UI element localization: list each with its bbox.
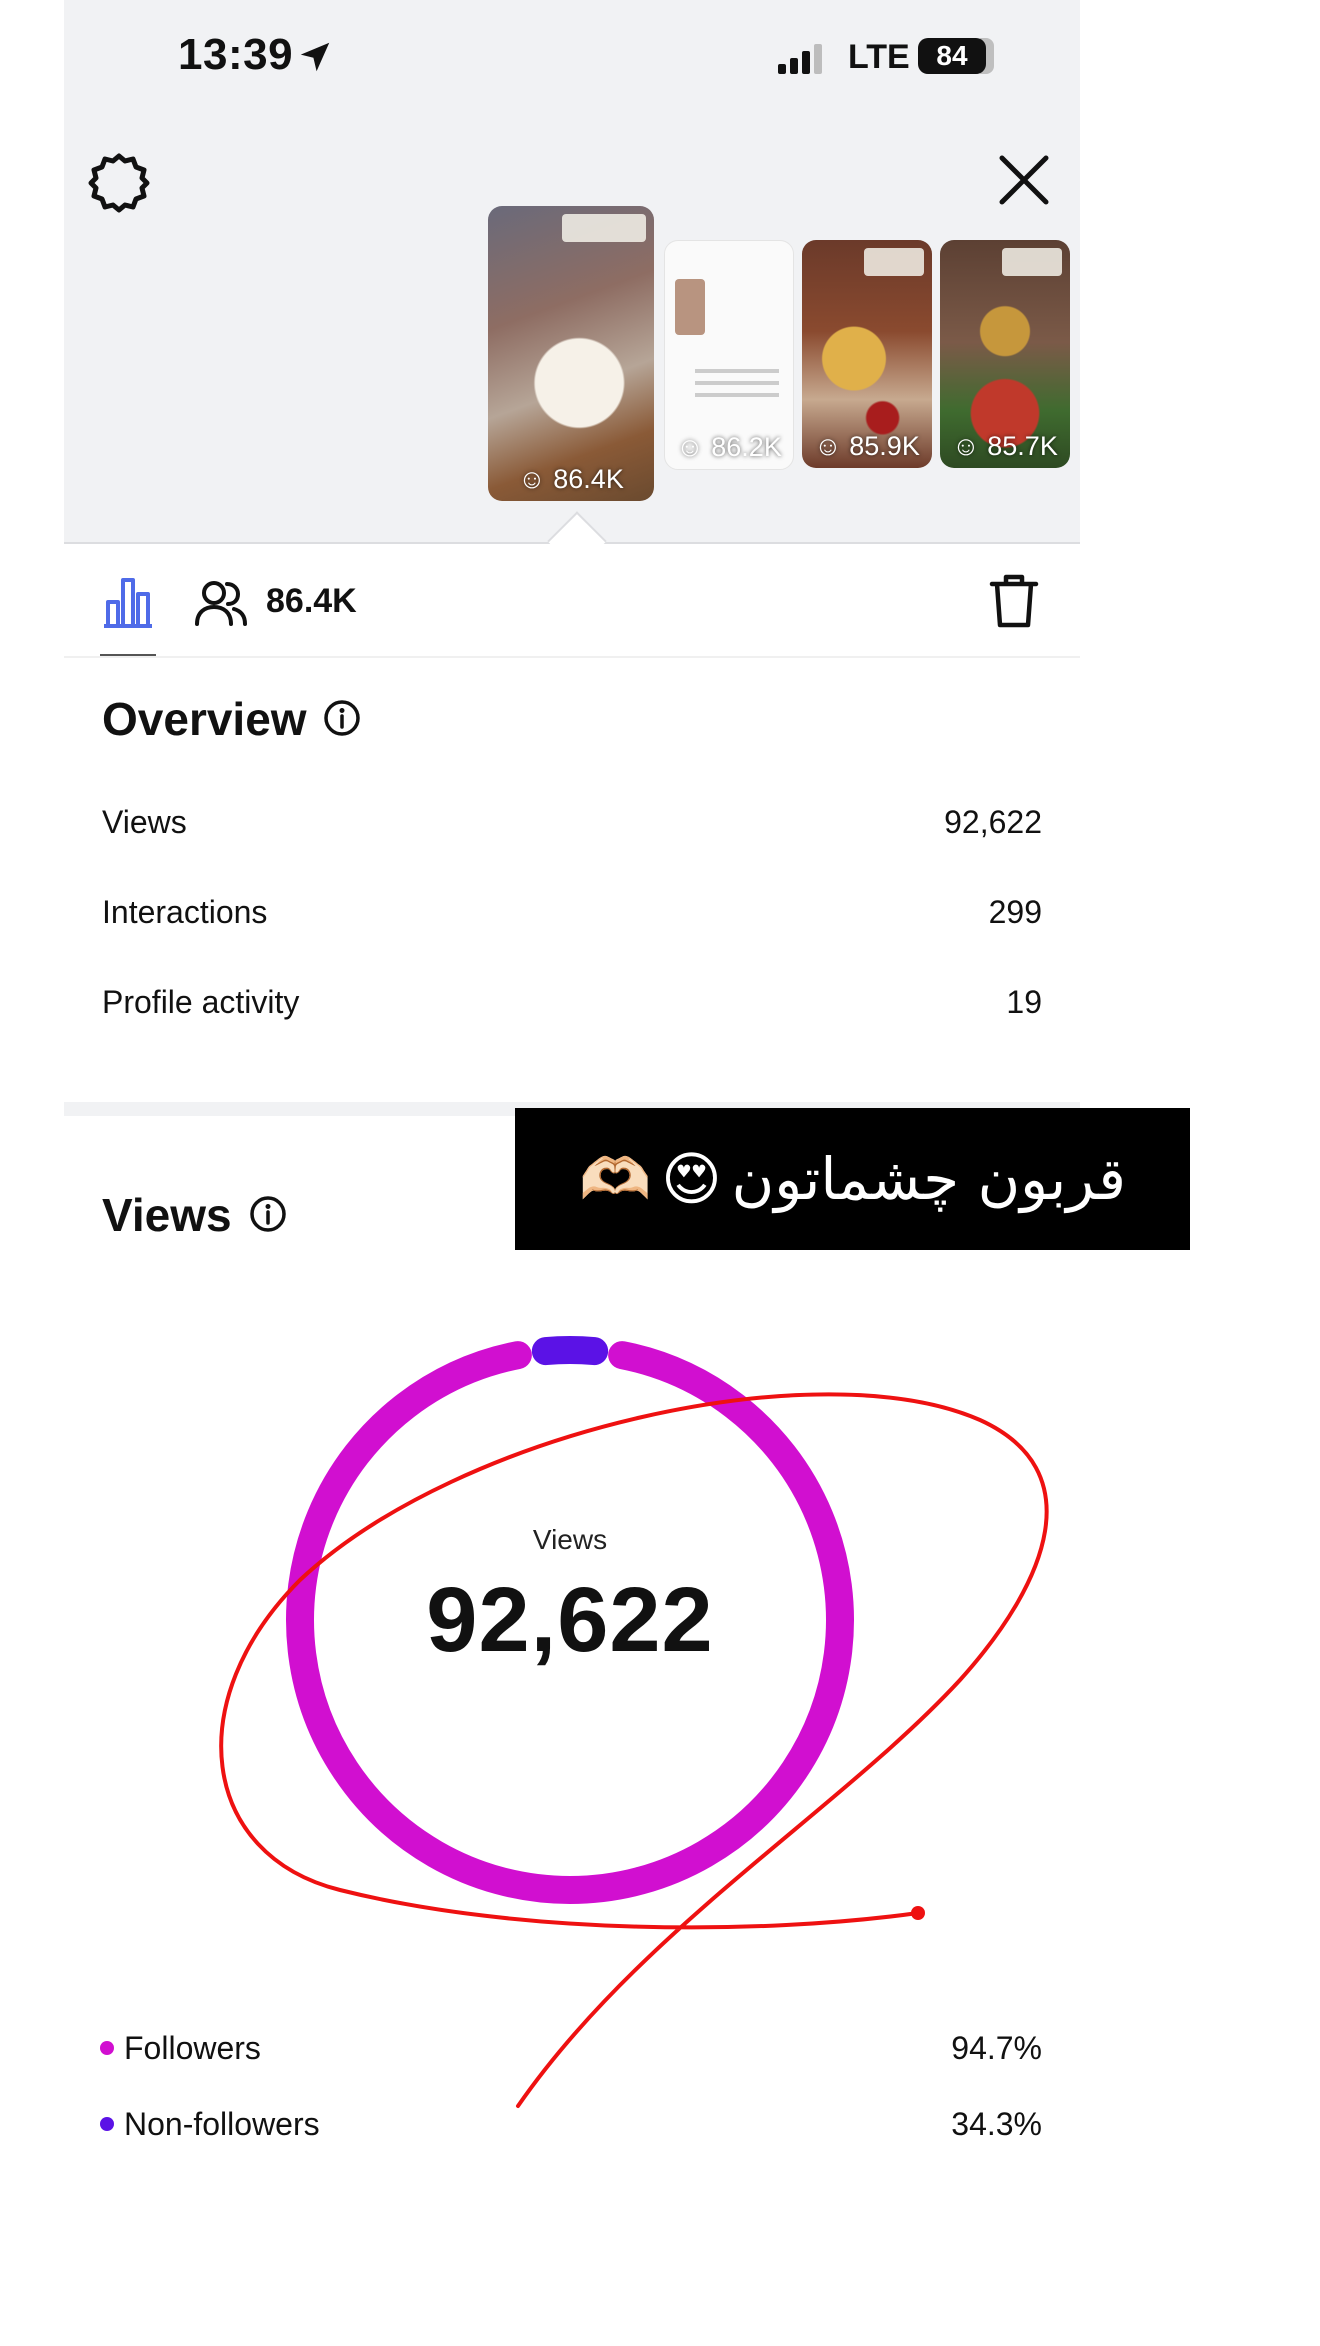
overview-row-value: 299 [988,894,1042,930]
network-type: LTE [848,38,910,76]
overview-row-value: 92,622 [944,804,1042,840]
legend-value: 34.3% [951,2106,1042,2142]
status-time: 13:39 [178,30,294,79]
info-icon[interactable] [322,698,362,738]
story-caption-overlay [864,248,924,276]
donut-center-value: 92,622 [426,1569,714,1671]
legend-dot-non-followers [100,2117,114,2131]
heart-hands-emoji: 🫶🏻 [578,1144,652,1213]
legend-dot-followers [100,2041,114,2055]
views-title: Views [102,1189,232,1241]
people-icon[interactable] [194,578,248,628]
reach-count: 86.4K [266,582,357,620]
story-thumbnail[interactable]: ☺ 85.9K [802,240,932,468]
story-thumbnail[interactable]: ☺ 85.7K [940,240,1070,468]
story-thumbnail-selected[interactable]: ☺ 86.4K [488,206,654,501]
location-arrow-icon [300,42,330,72]
story-text-lines [695,369,779,373]
story-caption-overlay [562,214,646,242]
people-icon: ☺ [676,432,704,462]
legend-value: 94.7% [951,2030,1042,2066]
overview-row-value: 19 [1006,984,1042,1020]
story-caption-overlay [1002,248,1062,276]
overview-row-label[interactable]: Interactions [102,894,267,931]
sticker-text: قربون چشماتون [731,1145,1127,1213]
battery-level: 84 [918,38,986,74]
story-text-sticker: قربون چشماتون 😍 🫶🏻 [515,1108,1190,1250]
people-icon: ☺ [952,431,980,461]
story-reach-label: ☺ 86.4K [518,464,624,494]
story-mini-image [675,279,705,335]
story-thumbnail[interactable]: ☺ 86.2K [664,240,794,470]
legend-label: Non-followers [124,2106,320,2142]
overview-row-label: Views [102,804,187,840]
donut-segment-non-followers [531,1336,609,1366]
story-reach-label: ☺ 86.2K [676,432,782,462]
info-icon[interactable] [248,1194,288,1234]
bar-chart-icon[interactable] [100,574,156,630]
donut-center-label: Views [532,1524,608,1555]
story-reach-label: ☺ 85.9K [814,431,920,461]
story-reach-label: ☺ 85.7K [952,431,1058,461]
people-icon: ☺ [814,431,842,461]
signal-icon [778,44,822,74]
gear-icon[interactable] [88,152,150,214]
header-separator [64,656,1080,658]
trash-icon[interactable] [988,572,1040,630]
overview-title: Overview [102,693,307,745]
legend-label: Followers [124,2030,261,2066]
people-icon: ☺ [518,464,546,494]
overview-row-label[interactable]: Profile activity [102,984,299,1021]
heart-eyes-emoji: 😍 [661,1145,722,1213]
close-icon[interactable] [994,150,1054,210]
